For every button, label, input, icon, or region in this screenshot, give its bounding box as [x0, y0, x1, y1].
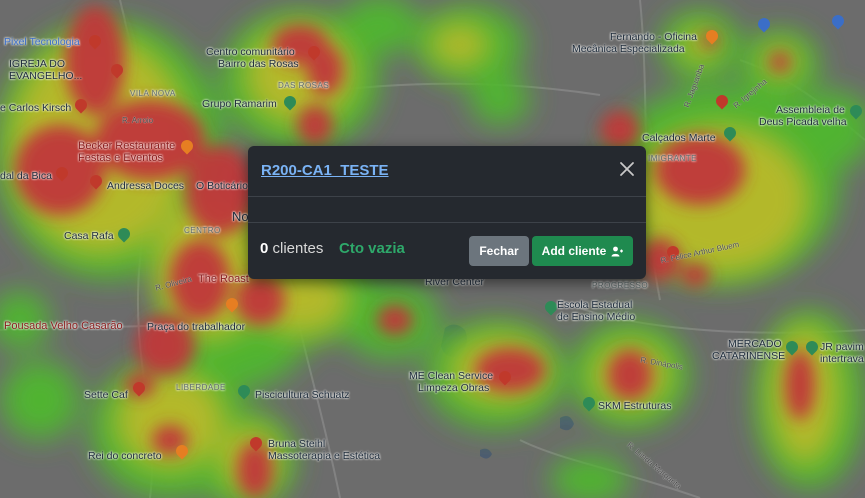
- close-button[interactable]: Fechar: [469, 236, 529, 266]
- map-label: dal da Bica: [0, 170, 52, 182]
- map-label: de Ensino Médio: [557, 311, 636, 323]
- map-label: Pousada Velho Casarão: [4, 320, 123, 332]
- close-icon[interactable]: [618, 160, 636, 178]
- map-label: Calçados Marte: [642, 132, 716, 144]
- map-label: Rei do concreto: [88, 450, 162, 462]
- map-label: Casa Rafa: [64, 230, 114, 242]
- popup-body: [248, 196, 646, 223]
- popup-footer: 0 clientes Cto vazia Fechar Add cliente: [248, 223, 646, 279]
- map-label: Centro comunitário: [206, 46, 295, 58]
- map-label: EVANGELHO...: [9, 70, 83, 82]
- map-label: IGREJA DO: [9, 58, 66, 70]
- map-label: Andressa Doces: [107, 180, 185, 192]
- map-label: Limpeza Obras: [418, 382, 490, 394]
- map-label: e Carlos Kirsch: [0, 102, 72, 114]
- street-label: R. Arroio: [122, 116, 154, 125]
- user-plus-icon: [611, 246, 624, 256]
- map-label: Pixel Tecnologia: [4, 36, 80, 48]
- map-label: Mecânica Especializada: [572, 43, 685, 55]
- add-client-label: Add cliente: [541, 244, 607, 258]
- map-label: Bairro das Rosas: [218, 58, 299, 70]
- map-label: Deus Picada velha: [759, 116, 847, 128]
- district-label: IMIGRANTE: [648, 154, 697, 163]
- map-label: Praça do trabalhador: [147, 321, 246, 333]
- close-button-label: Fechar: [479, 244, 519, 258]
- map-label: MERCADO: [728, 338, 782, 350]
- add-client-button[interactable]: Add cliente: [532, 236, 633, 266]
- map-label: No: [232, 209, 249, 224]
- map-label: Assembleia de: [776, 104, 845, 116]
- map-label: Massoterapia e Estética: [268, 450, 381, 462]
- map-label: Bruna Steihl: [268, 438, 326, 450]
- district-label: VILA NOVA: [130, 89, 176, 98]
- map-label: The Roast: [198, 273, 249, 285]
- district-label: DAS ROSAS: [278, 81, 330, 90]
- cto-popup: R200-CA1_TESTE 0 clientes Cto vazia Fech…: [248, 146, 646, 279]
- map-label: intertrava: [820, 353, 864, 365]
- popup-header: R200-CA1_TESTE: [248, 146, 646, 197]
- client-count: 0 clientes: [260, 240, 323, 257]
- popup-title-link[interactable]: R200-CA1_TESTE: [261, 162, 389, 179]
- client-count-value: 0: [260, 240, 269, 257]
- map-label: Festas e Eventos: [78, 152, 163, 164]
- map-label: Escola Estadual: [557, 299, 633, 311]
- map-label: Grupo Ramarim: [202, 98, 277, 110]
- map-label: O Boticário: [196, 180, 248, 192]
- district-label: LIBERDADE: [176, 383, 226, 392]
- map-label: Sette Caf: [84, 389, 128, 401]
- map-label: Piscicultura Schuatz: [255, 389, 350, 401]
- district-label: CENTRO: [184, 226, 221, 235]
- map-label: ME Clean Service: [409, 370, 494, 382]
- map-label: SKM Estruturas: [598, 400, 672, 412]
- client-count-label: clientes: [272, 240, 324, 257]
- map-label: CATARINENSE: [712, 350, 786, 362]
- map-label: JR pavim: [820, 341, 864, 353]
- map-label: Becker Restaurante: [78, 140, 176, 152]
- map-label: Fernando - Oficina: [610, 31, 697, 43]
- district-label: PROGRESSO: [592, 281, 649, 290]
- status-badge: Cto vazia: [339, 240, 405, 257]
